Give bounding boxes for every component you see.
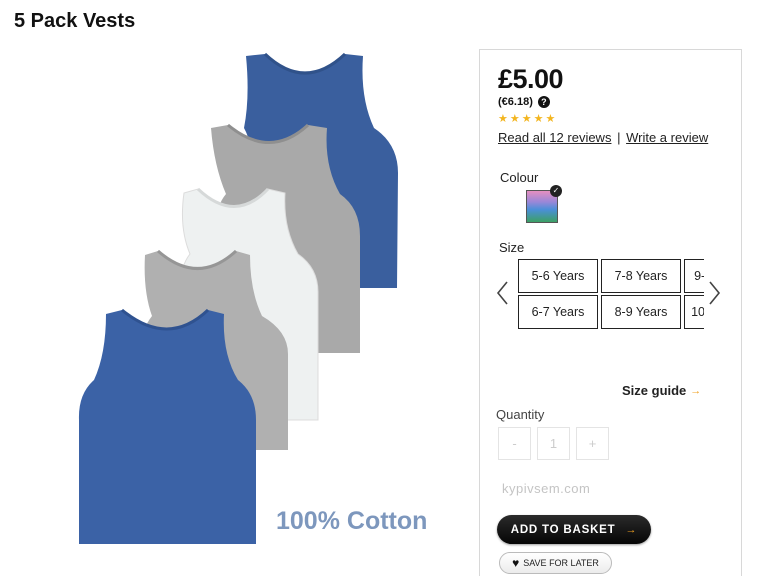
arrow-right-icon: →: [690, 384, 702, 397]
size-option[interactable]: 5-6 Years: [518, 259, 598, 293]
price: £5.00: [498, 64, 564, 94]
colour-label: Colour: [500, 170, 539, 185]
reviews-row: Read all 12 reviews | Write a review: [498, 130, 708, 145]
quantity-stepper: - 1 +: [498, 427, 609, 460]
quantity-label: Quantity: [496, 407, 545, 422]
arrow-right-icon: →: [625, 523, 638, 536]
read-reviews-link[interactable]: Read all 12 reviews: [498, 130, 611, 145]
vests-illustration: [78, 52, 398, 544]
size-option[interactable]: 6-7 Years: [518, 295, 598, 329]
star-icon: ★: [521, 113, 532, 125]
size-option[interactable]: 10-11 Years: [684, 295, 704, 329]
quantity-minus-button[interactable]: -: [498, 427, 531, 460]
size-label: Size: [499, 240, 525, 255]
check-icon: ✓: [550, 185, 562, 197]
cotton-caption: 100% Cotton: [276, 507, 428, 535]
save-for-later-label: SAVE FOR LATER: [523, 558, 599, 568]
star-icon: ★: [545, 113, 556, 125]
product-title: 5 Pack Vests: [14, 10, 136, 32]
size-guide-link[interactable]: Size guide →: [622, 383, 701, 398]
chevron-left-icon[interactable]: [495, 278, 511, 308]
alt-price: (€6.18): [498, 96, 533, 108]
separator: |: [617, 130, 621, 145]
heart-icon: ♥: [512, 556, 520, 570]
colour-swatch[interactable]: ✓: [526, 185, 562, 223]
size-option[interactable]: 9-10 Years: [684, 259, 704, 293]
add-to-basket-label: ADD TO BASKET: [510, 523, 616, 536]
star-icon: ★: [533, 113, 544, 125]
size-option[interactable]: 8-9 Years: [601, 295, 681, 329]
quantity-input[interactable]: 1: [537, 427, 570, 460]
star-icon: ★: [509, 113, 520, 125]
quantity-plus-button[interactable]: +: [576, 427, 609, 460]
product-image[interactable]: [60, 48, 460, 558]
chevron-right-icon[interactable]: [706, 278, 722, 308]
size-option[interactable]: 7-8 Years: [601, 259, 681, 293]
help-icon[interactable]: ?: [537, 96, 550, 108]
size-carousel: 5-6 Years 7-8 Years 9-10 Years 6-7 Years…: [518, 259, 704, 331]
alt-price-row: (€6.18) ?: [498, 96, 550, 108]
add-to-basket-button[interactable]: ADD TO BASKET →: [497, 515, 651, 544]
rating-stars: ★ ★ ★ ★ ★: [498, 112, 555, 125]
star-icon: ★: [498, 113, 508, 125]
purchase-panel: £5.00 (€6.18) ? ★ ★ ★ ★ ★ Read all 12 re…: [479, 49, 742, 576]
save-for-later-button[interactable]: ♥ SAVE FOR LATER: [499, 552, 612, 574]
write-review-link[interactable]: Write a review: [626, 130, 708, 145]
size-guide-label: Size guide: [622, 383, 687, 398]
watermark: kypivsem.com: [502, 481, 591, 496]
